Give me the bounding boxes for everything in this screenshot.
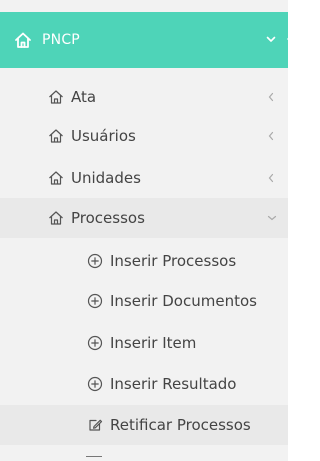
sidebar-item-usuarios[interactable]: Usuários [0, 116, 288, 156]
sidebar-item-label: Unidades [71, 169, 141, 187]
home-outline-icon [47, 127, 65, 145]
menu-header-title: PNCP [42, 32, 80, 48]
plus-circle-icon [86, 252, 104, 270]
partial-icon [86, 456, 102, 461]
home-icon [14, 31, 32, 49]
submenu-item-label: Inserir Processos [110, 252, 237, 270]
submenu-item-label: Inserir Resultado [110, 375, 237, 393]
chevron-left-icon [266, 130, 276, 142]
sidebar-item-label: Ata [71, 88, 97, 106]
submenu-item-inserir-item[interactable]: Inserir Item [0, 323, 288, 363]
edit-icon [86, 416, 104, 434]
plus-circle-icon [86, 375, 104, 393]
sidebar-item-ata[interactable]: Ata [0, 77, 288, 117]
chevron-down-icon [266, 212, 278, 224]
submenu-item-partial [0, 448, 288, 461]
home-outline-icon [47, 88, 65, 106]
submenu-item-inserir-processos[interactable]: Inserir Processos [0, 241, 288, 281]
menu-header-pncp[interactable]: PNCP [0, 12, 288, 68]
submenu-item-inserir-documentos[interactable]: Inserir Documentos [0, 281, 288, 321]
sidebar-menu: PNCP Ata Usuários Unidades Processos Ins… [0, 0, 288, 461]
submenu-item-label: Retificar Processos [110, 416, 251, 434]
sidebar-item-label: Processos [71, 209, 145, 227]
plus-circle-icon [86, 292, 104, 310]
submenu-item-inserir-resultado[interactable]: Inserir Resultado [0, 364, 288, 404]
chevron-left-icon [266, 91, 276, 103]
submenu-item-retificar-processos[interactable]: Retificar Processos [0, 405, 288, 445]
sidebar-item-unidades[interactable]: Unidades [0, 158, 288, 198]
home-outline-icon [47, 209, 65, 227]
home-outline-icon [47, 169, 65, 187]
menu-right-border [288, 0, 296, 461]
submenu-item-label: Inserir Item [110, 334, 197, 352]
plus-circle-icon [86, 334, 104, 352]
chevron-left-icon [266, 172, 276, 184]
submenu-item-label: Inserir Documentos [110, 292, 257, 310]
sidebar-item-label: Usuários [71, 127, 136, 145]
sidebar-item-processos[interactable]: Processos [0, 198, 288, 238]
chevron-down-icon[interactable] [265, 33, 277, 45]
